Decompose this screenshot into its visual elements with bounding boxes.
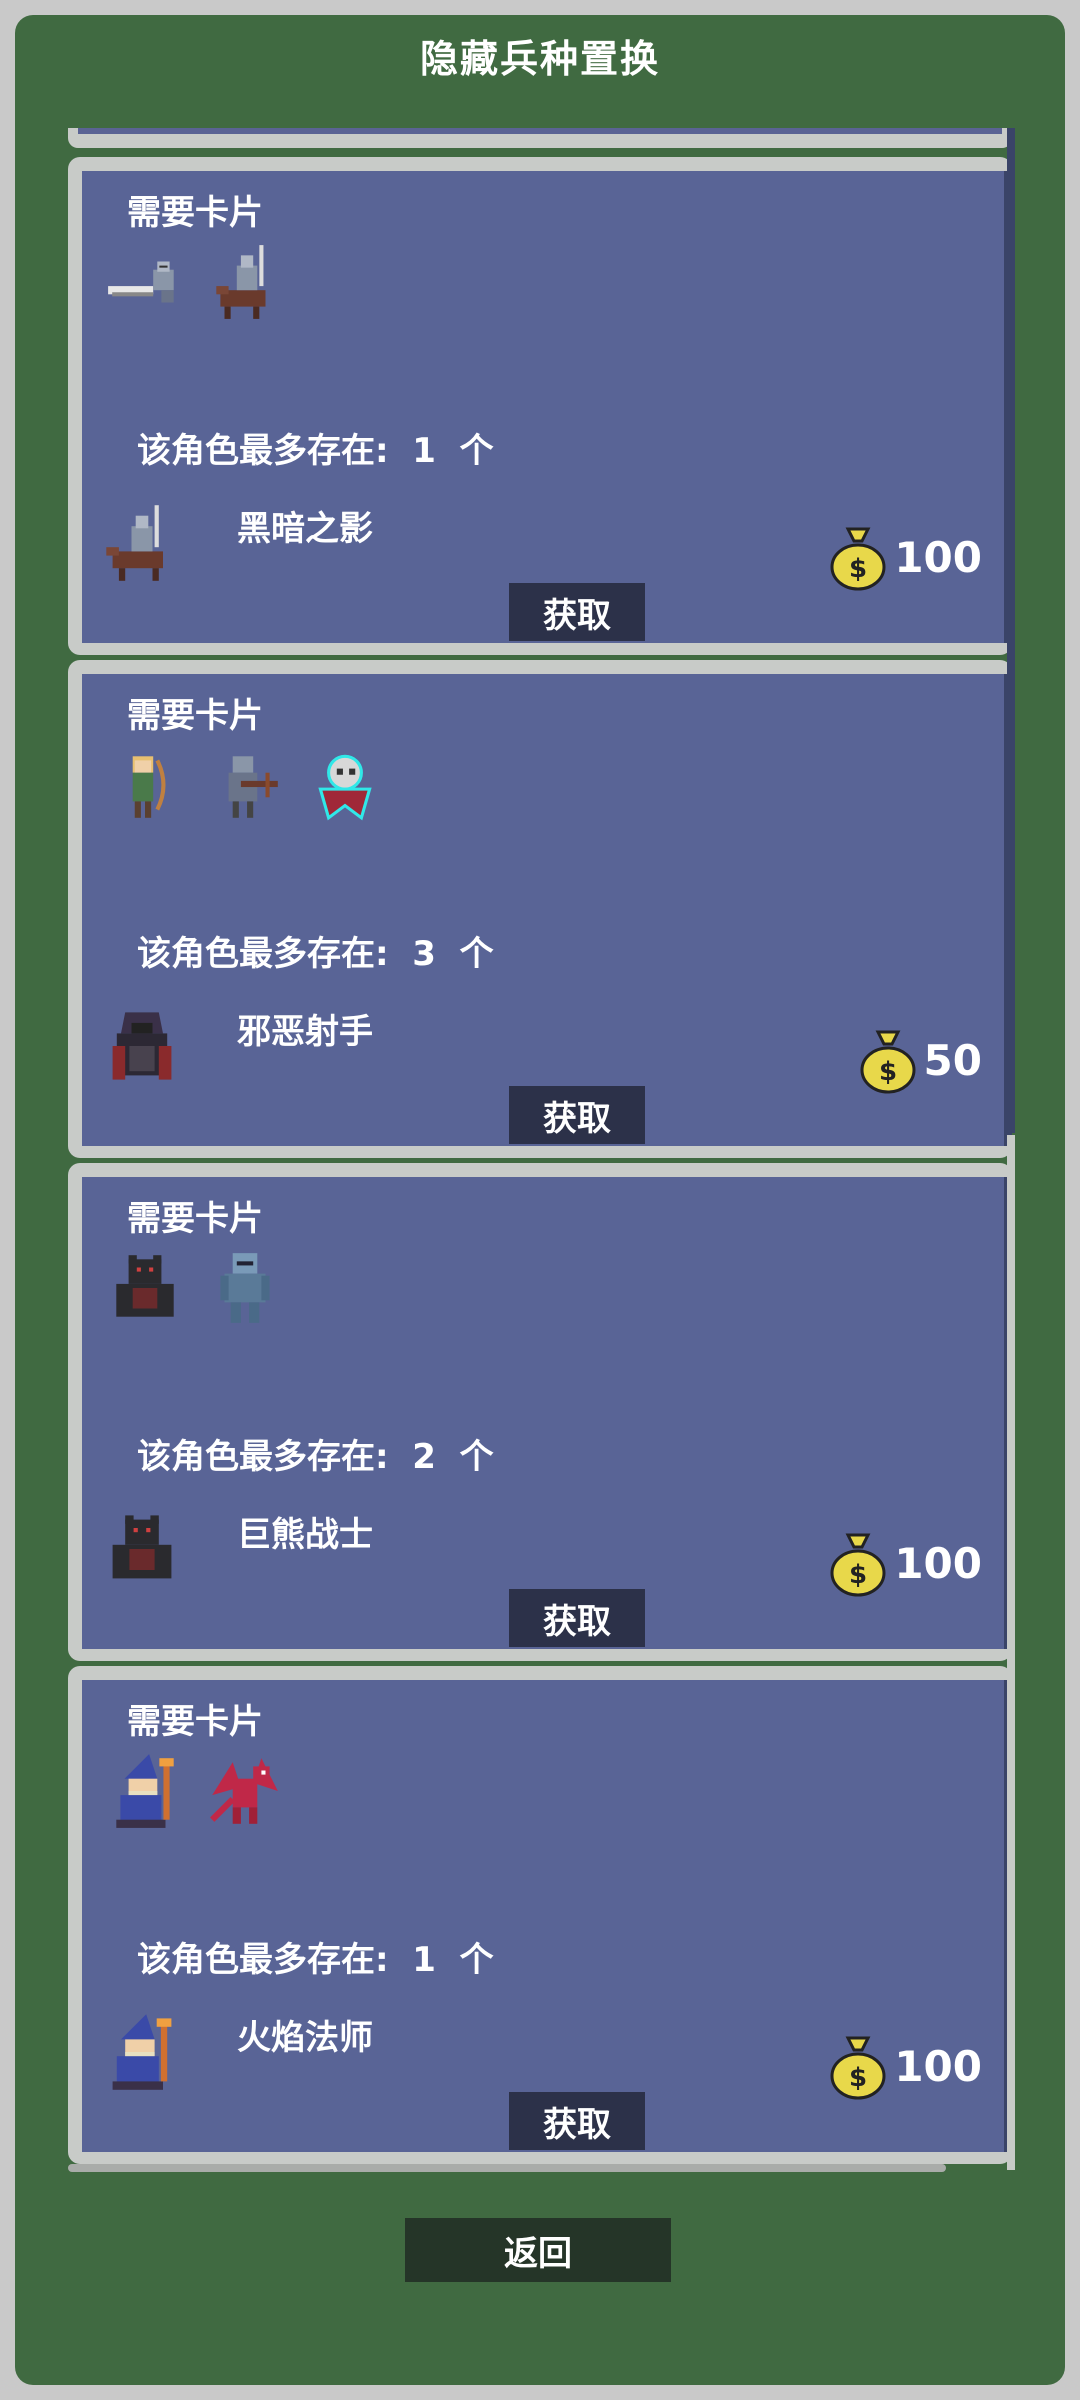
bear-warrior-icon (104, 1247, 186, 1329)
ghost-icon (304, 744, 386, 826)
get-button[interactable]: 获取 (509, 1086, 645, 1144)
card-body: 需要卡片 该角色最多存在: 2 个 巨熊战士 $ 100 获取 (82, 1177, 1012, 1649)
red-dragon-icon (204, 1750, 286, 1832)
get-button[interactable]: 获取 (509, 583, 645, 641)
unit-card: 需要卡片 该角色最多存在: 2 个 巨熊战士 $ 100 获取 (68, 1163, 1012, 1661)
unit-limit-text: 该角色最多存在: 1 个 (137, 1940, 494, 1980)
get-button[interactable]: 获取 (509, 2092, 645, 2150)
price: $ 50 (856, 1024, 982, 1096)
required-cards-label: 需要卡片 (127, 1702, 263, 1742)
unit-name: 邪恶射手 (237, 1012, 373, 1052)
card-body: 需要卡片 该角色最多存在: 1 个 黑暗之影 $ 100 获取 (82, 171, 1012, 643)
unit-limit-text: 该角色最多存在: 1 个 (137, 431, 494, 471)
required-cards-row (104, 1247, 286, 1329)
price: $ 100 (826, 1527, 982, 1599)
unit-name: 巨熊战士 (237, 1515, 373, 1555)
hooded-archer-icon (100, 1004, 184, 1088)
svg-text:$: $ (849, 2063, 867, 2093)
required-cards-row (104, 241, 286, 323)
required-cards-label: 需要卡片 (127, 1199, 263, 1239)
flying-knight-icon (104, 241, 186, 323)
price-value: 50 (923, 1035, 982, 1085)
horizontal-scrollbar[interactable] (68, 2164, 946, 2172)
wizard-icon (104, 1750, 186, 1832)
card-body: 需要卡片 该角色最多存在: 1 个 火焰法师 $ 100 获取 (82, 1680, 1012, 2152)
money-bag-icon: $ (830, 1533, 886, 1597)
price-value: 100 (894, 1538, 982, 1588)
svg-text:$: $ (849, 1560, 867, 1590)
mounted-knight-icon (204, 241, 286, 323)
money-bag-icon: $ (860, 1030, 916, 1094)
get-button[interactable]: 获取 (509, 1589, 645, 1647)
unit-name: 黑暗之影 (237, 509, 373, 549)
back-button[interactable]: 返回 (405, 2218, 671, 2282)
bear-warrior-icon (100, 1507, 184, 1591)
wizard-icon (100, 2010, 184, 2094)
unit-name: 火焰法师 (237, 2018, 373, 2058)
unit-card: 需要卡片 该角色最多存在: 1 个 黑暗之影 $ 100 获取 (68, 157, 1012, 655)
armored-knight-icon (204, 1247, 286, 1329)
card-body: 需要卡片 该角色最多存在: 3 个 邪恶射手 $ 50 获取 (82, 674, 1012, 1146)
crossbowman-icon (204, 744, 286, 826)
vertical-scrollbar-track[interactable] (1007, 1135, 1015, 2170)
required-cards-label: 需要卡片 (127, 193, 263, 233)
money-bag-icon: $ (830, 527, 886, 591)
required-cards-row (104, 1750, 286, 1832)
unit-card: 需要卡片 该角色最多存在: 3 个 邪恶射手 $ 50 获取 (68, 660, 1012, 1158)
required-cards-label: 需要卡片 (127, 696, 263, 736)
money-bag-icon: $ (830, 2036, 886, 2100)
price: $ 100 (826, 2030, 982, 2102)
price: $ 100 (826, 521, 982, 593)
previous-card-edge (68, 128, 1012, 148)
svg-text:$: $ (849, 554, 867, 584)
unit-limit-text: 该角色最多存在: 2 个 (137, 1437, 494, 1477)
price-value: 100 (894, 2041, 982, 2091)
mounted-knight-icon (100, 501, 184, 585)
card-list[interactable]: 需要卡片 该角色最多存在: 1 个 黑暗之影 $ 100 获取 需要卡片 该角色… (68, 128, 1012, 2173)
unit-limit-text: 该角色最多存在: 3 个 (137, 934, 494, 974)
svg-text:$: $ (879, 1057, 897, 1087)
archer-icon (104, 744, 186, 826)
vertical-scrollbar-thumb[interactable] (1007, 128, 1015, 1133)
unit-card: 需要卡片 该角色最多存在: 1 个 火焰法师 $ 100 获取 (68, 1666, 1012, 2164)
required-cards-row (104, 744, 386, 826)
dialog-title: 隐藏兵种置换 (419, 37, 660, 81)
price-value: 100 (894, 532, 982, 582)
